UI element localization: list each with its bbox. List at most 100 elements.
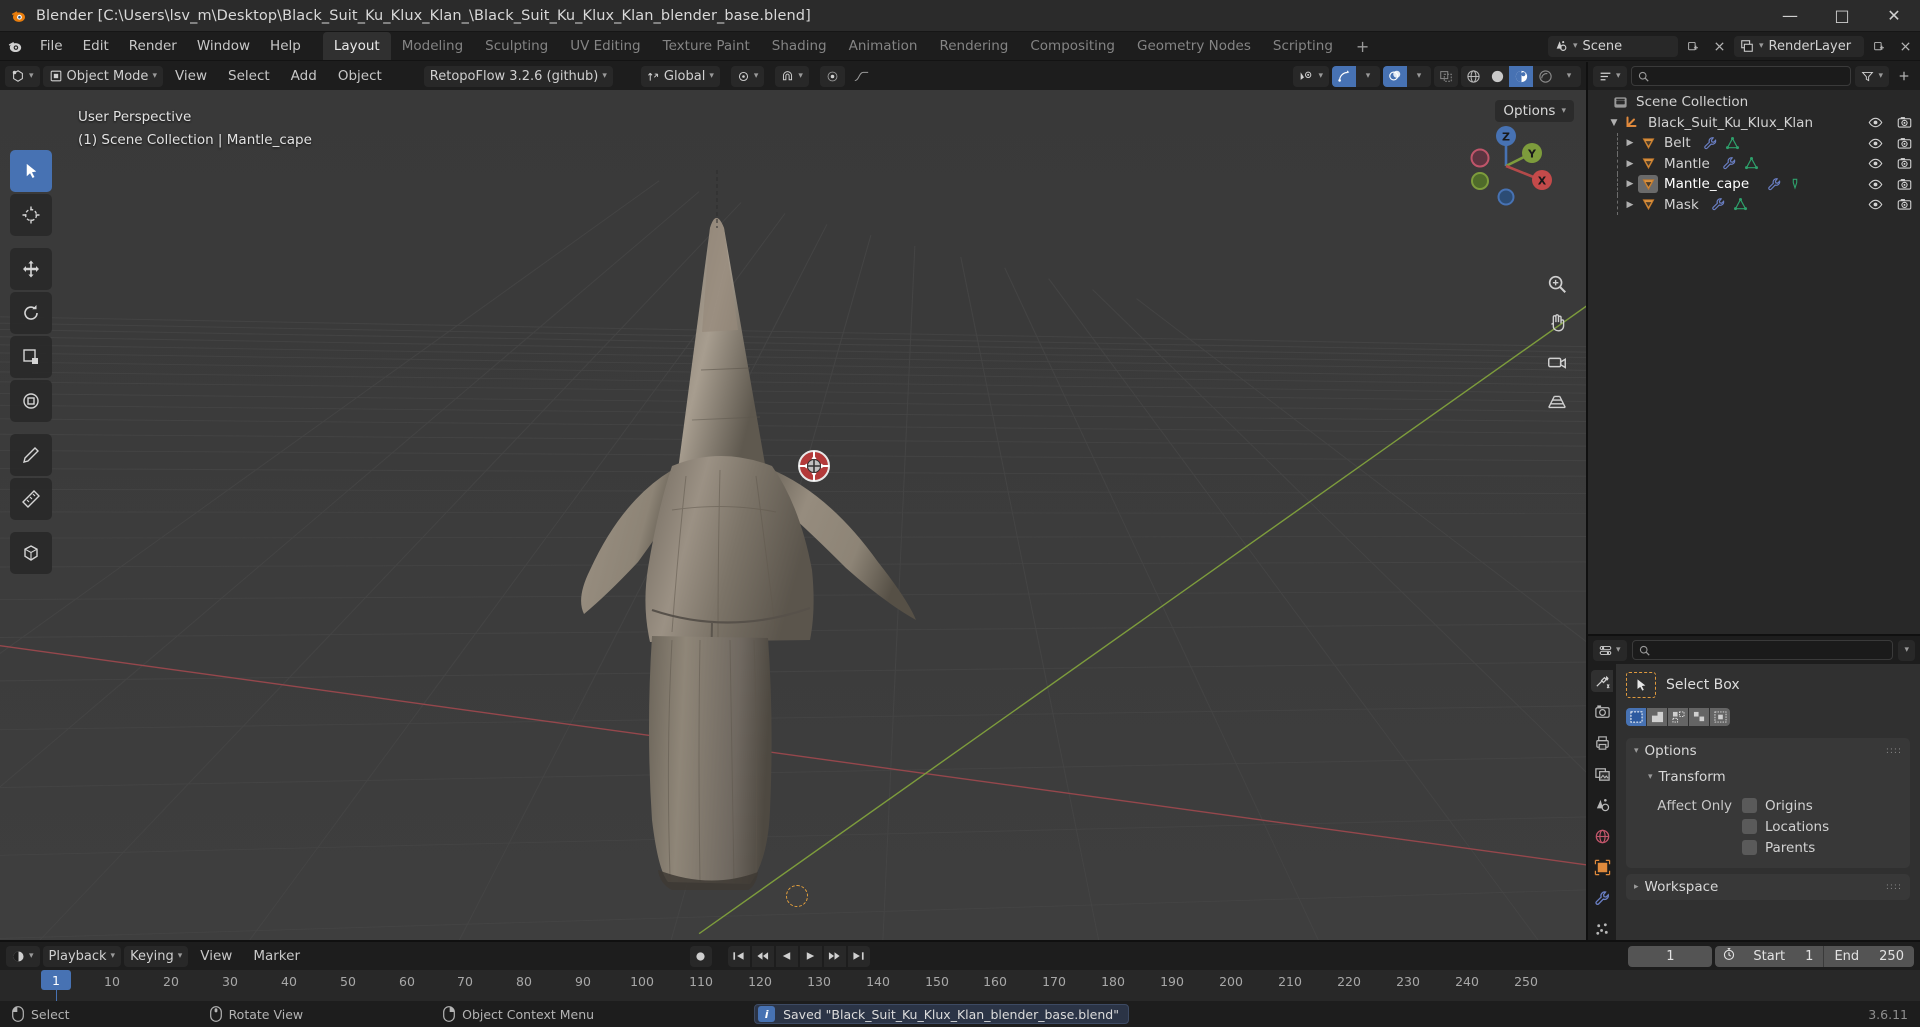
mesh-triangle-icon[interactable]: [1725, 136, 1740, 151]
3d-model-hooded-figure[interactable]: [560, 170, 1020, 930]
retopoflow-menu[interactable]: RetopoFlow 3.2.6 (github) ▾: [423, 65, 613, 87]
object-visibility-selector[interactable]: ▾: [1293, 65, 1329, 87]
mantle-cape-disclose-triangle[interactable]: ▶: [1622, 179, 1638, 189]
toggle-orthographic-button[interactable]: [1543, 387, 1570, 414]
locations-checkbox[interactable]: [1742, 819, 1757, 834]
new-scene-button[interactable]: [1682, 36, 1704, 57]
transform-subpanel-header[interactable]: ▾ Transform: [1626, 764, 1910, 790]
wrench-icon[interactable]: [1703, 136, 1718, 151]
start-frame-value[interactable]: 1: [1795, 949, 1823, 964]
camera-render-icon[interactable]: [1897, 177, 1912, 192]
timeline-editor[interactable]: ▾ Playback ▾ Keying ▾ View Marker 1 Star…: [0, 940, 1920, 1001]
minimize-button[interactable]: —: [1764, 0, 1816, 32]
shading-wireframe-button[interactable]: [1461, 66, 1485, 87]
viewport-menu-object[interactable]: Object: [329, 66, 391, 87]
viewport-canvas[interactable]: User Perspective (1) Scene Collection | …: [0, 90, 1586, 940]
tool-add-cube[interactable]: [10, 532, 52, 574]
camera-render-icon[interactable]: [1897, 115, 1912, 130]
select-mode-subtract[interactable]: [1668, 708, 1688, 726]
properties-tab-world[interactable]: [1591, 825, 1613, 847]
tool-measure[interactable]: [10, 478, 52, 520]
properties-tab-output[interactable]: [1591, 732, 1613, 754]
mantle-disclose-triangle[interactable]: ▶: [1622, 159, 1638, 169]
select-mode-intersect[interactable]: [1710, 708, 1730, 726]
new-view-layer-button[interactable]: [1868, 36, 1890, 57]
timeline-ruler[interactable]: 1 10 20 30 40 50 60 70 80 90 100 110 120…: [0, 970, 1920, 1001]
snap-toggle[interactable]: ▾: [775, 65, 809, 87]
menu-help[interactable]: Help: [260, 32, 311, 60]
jump-prev-keyframe-button[interactable]: [751, 945, 774, 967]
close-button[interactable]: ✕: [1868, 0, 1920, 32]
timeline-view-menu[interactable]: View: [191, 946, 241, 967]
3d-viewport[interactable]: ▾ Object Mode ▾ View Select Add Object R…: [0, 62, 1588, 940]
options-panel-header[interactable]: ▾ Options ::::: [1626, 738, 1910, 764]
zoom-view-button[interactable]: [1543, 270, 1570, 297]
workspace-tab-animation[interactable]: Animation: [838, 32, 929, 60]
properties-tab-viewlayer[interactable]: [1591, 763, 1613, 785]
transform-orientation-selector[interactable]: Global ▾: [640, 65, 720, 87]
tool-tweak-select[interactable]: [10, 150, 52, 192]
viewport-menu-add[interactable]: Add: [282, 66, 326, 87]
menu-edit[interactable]: Edit: [73, 32, 119, 60]
tool-annotate[interactable]: [10, 434, 52, 476]
auto-keyframe-button[interactable]: [689, 945, 712, 967]
current-frame-field[interactable]: 1: [1628, 945, 1713, 967]
tool-cursor[interactable]: [10, 194, 52, 236]
shading-material-preview-button[interactable]: [1509, 65, 1533, 87]
outliner-display-mode-selector[interactable]: ▾: [1593, 65, 1627, 87]
blender-menu-icon[interactable]: [0, 32, 30, 60]
belt-disclose-triangle[interactable]: ▶: [1622, 138, 1638, 148]
camera-render-icon[interactable]: [1897, 136, 1912, 151]
eye-icon[interactable]: [1868, 115, 1883, 130]
workspace-tab-compositing[interactable]: Compositing: [1019, 32, 1126, 60]
proportional-falloff-selector[interactable]: [848, 66, 875, 87]
properties-search-input[interactable]: [1631, 640, 1894, 660]
select-mode-invert[interactable]: [1689, 708, 1709, 726]
menu-window[interactable]: Window: [187, 32, 260, 60]
tool-rotate[interactable]: [10, 292, 52, 334]
timeline-playback-menu[interactable]: Playback ▾: [42, 945, 122, 967]
proportional-editing-toggle[interactable]: [819, 65, 845, 87]
jump-to-end-button[interactable]: [847, 945, 870, 967]
outliner-row-collection[interactable]: ▼ Black_Suit_Ku_Klux_Klan: [1588, 113, 1920, 134]
properties-tab-modifier[interactable]: [1591, 887, 1613, 909]
viewport-menu-view[interactable]: View: [166, 66, 216, 87]
workspace-tab-layout[interactable]: Layout: [322, 32, 391, 60]
wrench-icon[interactable]: [1711, 197, 1726, 212]
mesh-triangle-icon[interactable]: [1744, 156, 1759, 171]
camera-render-icon[interactable]: [1897, 197, 1912, 212]
eye-icon[interactable]: [1868, 156, 1883, 171]
eye-icon[interactable]: [1868, 136, 1883, 151]
parents-checkbox[interactable]: [1742, 840, 1757, 855]
xray-toggle-button[interactable]: [1434, 66, 1458, 87]
shading-rendered-button[interactable]: [1533, 66, 1557, 87]
status-report[interactable]: i Saved "Black_Suit_Ku_Klux_Klan_blender…: [754, 1004, 1129, 1024]
properties-tab-particles[interactable]: [1591, 918, 1613, 940]
menu-render[interactable]: Render: [119, 32, 187, 60]
gizmo-toggle-button[interactable]: [1332, 65, 1356, 87]
outliner-row-scene-collection[interactable]: Scene Collection: [1588, 92, 1920, 113]
timeline-marker-menu[interactable]: Marker: [244, 946, 309, 967]
play-reverse-button[interactable]: [775, 945, 798, 967]
outliner-search-input[interactable]: [1630, 66, 1852, 86]
tool-scale[interactable]: [10, 336, 52, 378]
timeline-playhead[interactable]: 1: [41, 970, 71, 990]
workspace-panel-header[interactable]: ▸ Workspace ::::: [1626, 874, 1910, 900]
outliner-row-object-mantle-cape[interactable]: ▶ Mantle_cape: [1588, 174, 1920, 195]
pan-view-button[interactable]: [1543, 309, 1570, 336]
select-mode-extend[interactable]: [1647, 708, 1667, 726]
collection-disclose-triangle[interactable]: ▼: [1606, 118, 1622, 128]
timeline-keying-menu[interactable]: Keying ▾: [124, 945, 189, 967]
wrench-icon[interactable]: [1767, 177, 1782, 192]
eye-icon[interactable]: [1868, 197, 1883, 212]
editor-type-selector[interactable]: ▾: [5, 65, 40, 87]
mask-disclose-triangle[interactable]: ▶: [1622, 200, 1638, 210]
camera-view-button[interactable]: [1543, 348, 1570, 375]
remove-scene-button[interactable]: [1708, 36, 1730, 57]
add-workspace-button[interactable]: +: [1344, 32, 1381, 60]
properties-tab-tool[interactable]: [1591, 670, 1613, 692]
camera-render-icon[interactable]: [1897, 156, 1912, 171]
end-frame-value[interactable]: 250: [1869, 949, 1914, 964]
mesh-triangle-icon[interactable]: [1733, 197, 1748, 212]
shading-dropdown-button[interactable]: ▾: [1557, 66, 1581, 87]
